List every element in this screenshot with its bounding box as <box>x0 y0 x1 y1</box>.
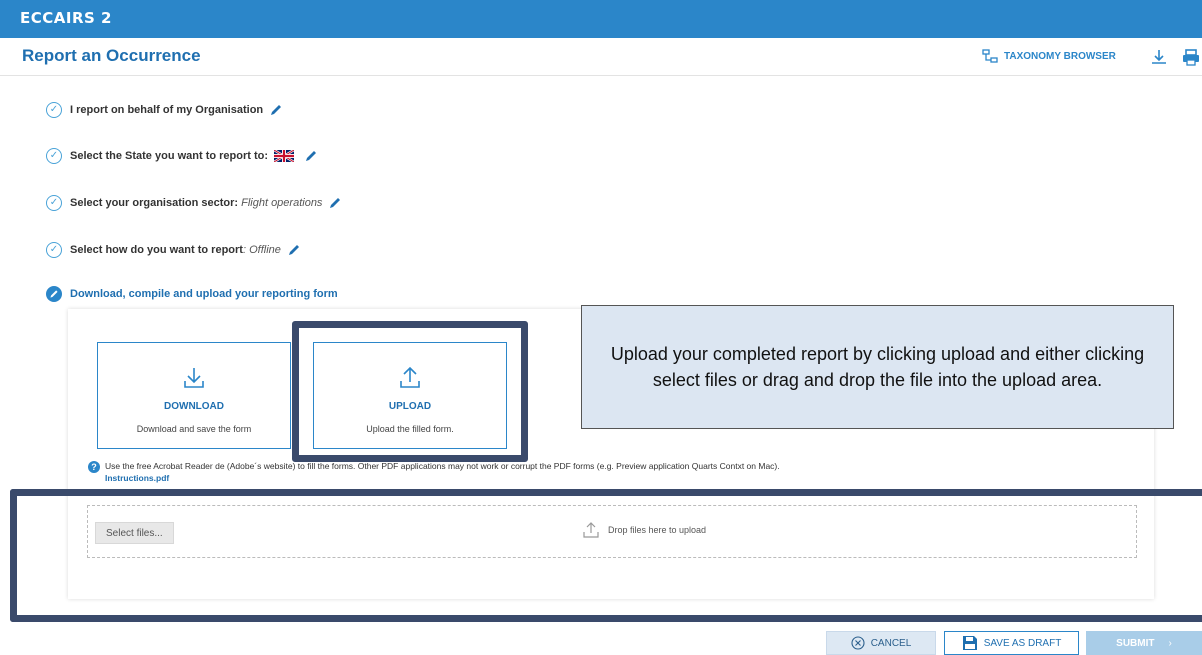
help-note: ? Use the free Acrobat Reader de (Adobe´… <box>88 461 780 483</box>
action-bar: CANCEL SAVE AS DRAFT SUBMIT › <box>0 628 1202 655</box>
check-icon: ✓ <box>46 195 62 211</box>
step-label: Download, compile and upload your report… <box>70 288 338 300</box>
instructions-link[interactable]: Instructions.pdf <box>105 473 780 483</box>
download-icon[interactable] <box>1150 48 1168 66</box>
taxonomy-browser-label: TAXONOMY BROWSER <box>1004 50 1116 62</box>
edit-pencil-icon[interactable] <box>304 149 318 163</box>
step-label: Select the State you want to report to: <box>70 150 269 162</box>
select-files-button[interactable]: Select files... <box>95 522 174 544</box>
step-organisation: ✓ I report on behalf of my Organisation <box>46 102 283 118</box>
title-bar: Report an Occurrence TAXONOMY BROWSER <box>0 38 1202 76</box>
instruction-callout: Upload your completed report by clicking… <box>581 305 1174 429</box>
download-icon <box>184 368 204 388</box>
check-icon: ✓ <box>46 148 62 164</box>
step-download-upload: Download, compile and upload your report… <box>46 286 338 302</box>
step-label: Select how do you want to report <box>70 244 243 256</box>
step-state: ✓ Select the State you want to report to… <box>46 148 318 164</box>
check-icon: ✓ <box>46 102 62 118</box>
download-title: DOWNLOAD <box>164 401 224 412</box>
taxonomy-tree-icon <box>982 49 998 63</box>
top-bar: ECCAIRS 2 <box>0 0 1202 38</box>
print-icon[interactable] <box>1182 48 1200 66</box>
upload-icon <box>583 522 599 538</box>
step-label: I report on behalf of my Organisation <box>70 104 264 116</box>
chevron-right-icon: › <box>1168 637 1172 649</box>
cancel-button[interactable]: CANCEL <box>826 631 936 655</box>
help-icon: ? <box>88 461 100 473</box>
cancel-circle-icon <box>851 636 865 650</box>
taxonomy-browser-button[interactable]: TAXONOMY BROWSER <box>982 49 1116 63</box>
download-card[interactable]: DOWNLOAD Download and save the form <box>97 342 291 449</box>
save-draft-button[interactable]: SAVE AS DRAFT <box>944 631 1079 655</box>
file-dropzone[interactable]: Select files... Drop files here to uploa… <box>87 505 1137 558</box>
page-title: Report an Occurrence <box>22 46 201 65</box>
drop-hint: Drop files here to upload <box>582 521 706 539</box>
submit-button[interactable]: SUBMIT › <box>1086 631 1202 655</box>
cancel-label: CANCEL <box>870 637 912 649</box>
app-logo[interactable]: ECCAIRS 2 <box>20 9 112 27</box>
step-value: Flight operations <box>241 197 323 209</box>
edit-pencil-icon[interactable] <box>328 196 342 210</box>
edit-pencil-icon[interactable] <box>287 243 301 257</box>
save-icon <box>962 636 977 650</box>
help-text: Use the free Acrobat Reader de (Adobe´s … <box>105 461 780 471</box>
save-draft-label: SAVE AS DRAFT <box>983 637 1062 649</box>
check-icon: ✓ <box>46 242 62 258</box>
drop-label: Drop files here to upload <box>608 525 707 535</box>
submit-label: SUBMIT <box>1116 637 1155 649</box>
step-report-method: ✓ Select how do you want to report : Off… <box>46 242 301 258</box>
edit-pencil-icon[interactable] <box>269 103 283 117</box>
upload-highlight-frame <box>292 321 528 462</box>
download-desc: Download and save the form <box>136 424 252 434</box>
uk-flag-icon <box>274 150 295 162</box>
step-value: : Offline <box>242 244 281 256</box>
step-label: Select your organisation sector: <box>70 197 239 209</box>
step-sector: ✓ Select your organisation sector: Fligh… <box>46 195 342 211</box>
active-pencil-icon <box>46 286 62 302</box>
